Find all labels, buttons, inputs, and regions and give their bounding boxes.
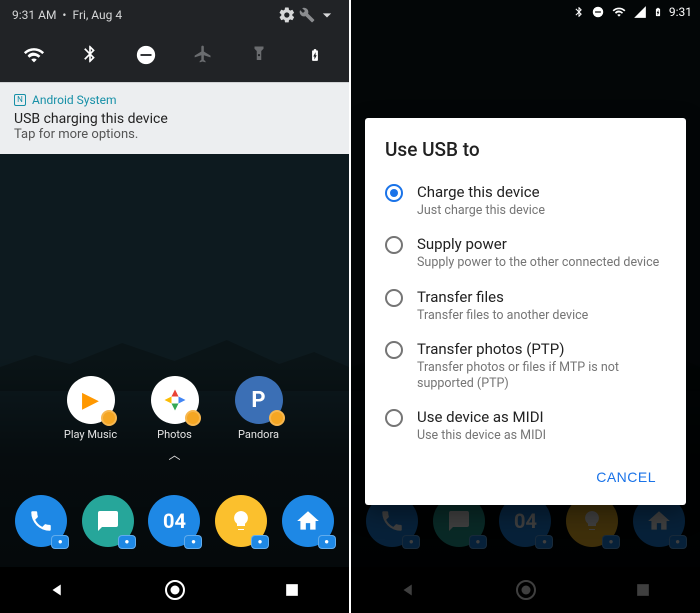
signal-icon [633, 5, 647, 19]
app-play-music[interactable]: ▶ Play Music [64, 376, 118, 441]
radio-icon [385, 341, 403, 359]
app-photos[interactable]: Photos [148, 376, 202, 441]
usb-option-2[interactable]: Transfer files Transfer files to another … [385, 280, 666, 332]
option-desc: Transfer photos or files if MTP is not s… [417, 360, 666, 393]
option-label: Use device as MIDI [417, 408, 546, 426]
battery-charging-icon [653, 4, 663, 20]
option-label: Transfer files [417, 288, 588, 306]
notification-title: USB charging this device [14, 111, 335, 127]
usb-option-0[interactable]: Charge this device Just charge this devic… [385, 175, 666, 227]
cancel-button[interactable]: CANCEL [586, 461, 666, 493]
radio-icon [385, 236, 403, 254]
dock-phone[interactable]: ● [15, 495, 67, 547]
option-desc: Supply power to the other connected devi… [417, 255, 659, 271]
usb-option-4[interactable]: Use device as MIDI Use this device as MID… [385, 400, 666, 452]
usb-option-1[interactable]: Supply power Supply power to the other co… [385, 227, 666, 279]
option-label: Transfer photos (PTP) [417, 340, 666, 358]
status-time: 9:31 [669, 5, 692, 19]
notification-app-name: Android System [32, 93, 117, 107]
status-time: 9:31 AM [12, 8, 56, 22]
dock-keep[interactable]: ● [215, 495, 267, 547]
dock: ● ● 04● ● ● [0, 475, 349, 567]
status-separator: • [62, 8, 66, 22]
tuner-icon[interactable] [297, 7, 317, 23]
status-date: Fri, Aug 4 [72, 8, 122, 22]
usb-dialog: Use USB to Charge this device Just charge… [365, 118, 686, 505]
notification-shade[interactable]: 9:31 AM • Fri, Aug 4 N Andr [0, 0, 349, 154]
battery-charging-icon[interactable] [303, 44, 327, 66]
bluetooth-icon[interactable] [78, 44, 102, 66]
option-desc: Use this device as MIDI [417, 428, 546, 444]
dock-messages[interactable]: ● [82, 495, 134, 547]
expand-icon[interactable] [317, 5, 337, 25]
nav-back[interactable] [47, 579, 69, 601]
dock-calendar[interactable]: 04● [148, 495, 200, 547]
right-phone-screen: ︿ ● ● 04● ● ● 9:31 Use USB to Charge thi… [351, 0, 700, 613]
quick-settings-row [0, 30, 349, 82]
bluetooth-icon [573, 5, 585, 19]
settings-icon[interactable] [277, 6, 297, 24]
nav-recents[interactable] [282, 580, 302, 600]
flashlight-icon[interactable] [247, 44, 271, 66]
play-music-icon: ▶ [82, 388, 99, 413]
android-n-icon: N [14, 94, 26, 106]
option-desc: Just charge this device [417, 203, 545, 219]
usb-notification[interactable]: N Android System USB charging this devic… [0, 82, 349, 154]
do-not-disturb-icon[interactable] [134, 44, 158, 66]
app-pandora[interactable]: P Pandora [232, 376, 286, 441]
nav-bar [0, 567, 349, 613]
photos-icon [161, 386, 189, 414]
option-label: Charge this device [417, 183, 545, 201]
notification-subtitle: Tap for more options. [14, 127, 335, 142]
radio-icon [385, 289, 403, 307]
home-apps-row: ▶ Play Music Photos P Pandora [0, 376, 349, 441]
option-label: Supply power [417, 235, 659, 253]
dock-home[interactable]: ● [282, 495, 334, 547]
shade-header: 9:31 AM • Fri, Aug 4 [0, 0, 349, 30]
wifi-icon [611, 5, 627, 19]
dock-calendar-day: 04 [163, 509, 186, 533]
app-label: Play Music [64, 428, 118, 441]
app-drawer-handle[interactable]: ︿ [168, 446, 180, 463]
nav-home[interactable] [163, 578, 187, 602]
usb-option-3[interactable]: Transfer photos (PTP) Transfer photos or … [385, 332, 666, 401]
wifi-icon[interactable] [22, 44, 46, 66]
do-not-disturb-icon [591, 5, 605, 19]
app-label: Photos [148, 428, 202, 441]
airplane-icon[interactable] [191, 44, 215, 66]
radio-icon [385, 409, 403, 427]
radio-icon [385, 184, 403, 202]
dialog-title: Use USB to [385, 138, 666, 161]
option-desc: Transfer files to another device [417, 308, 588, 324]
app-label: Pandora [232, 428, 286, 441]
status-bar: 9:31 [351, 0, 700, 24]
left-phone-screen: 9:31 AM • Fri, Aug 4 N Andr [0, 0, 349, 613]
